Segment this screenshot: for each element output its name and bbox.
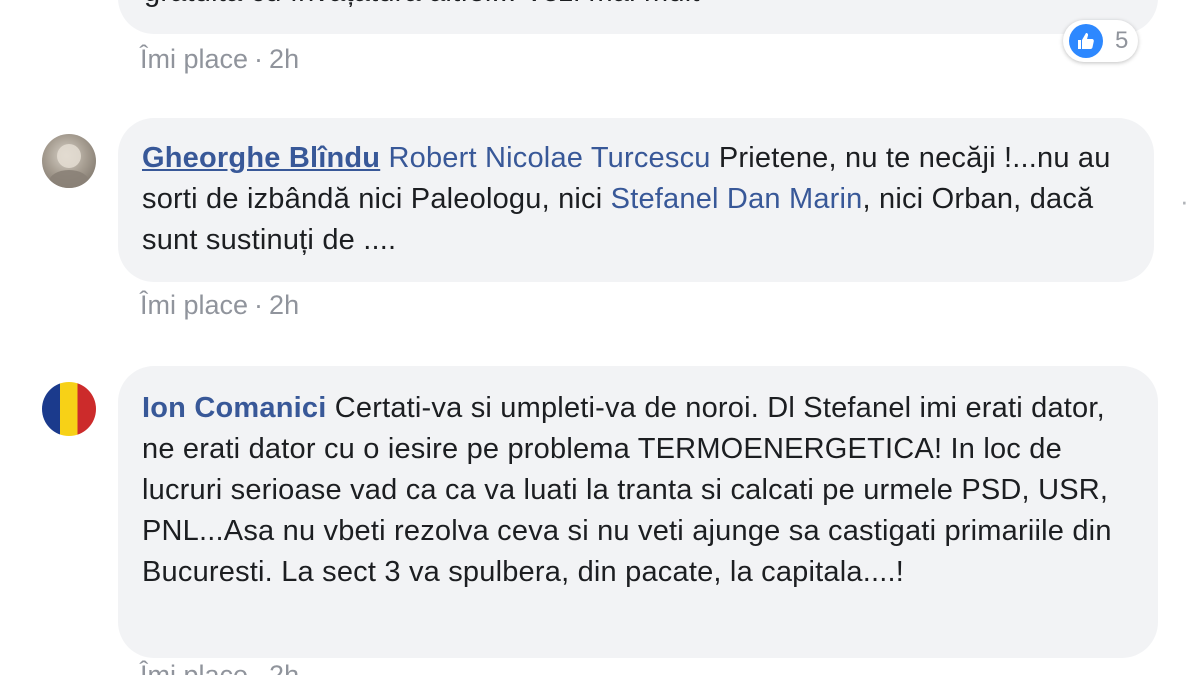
separator-dot: ·: [254, 44, 264, 74]
like-link[interactable]: Îmi place: [140, 660, 248, 675]
mention-link[interactable]: Stefanel Dan Marin: [611, 183, 863, 215]
like-link[interactable]: Îmi place: [140, 44, 248, 74]
reaction-badge[interactable]: 5: [1063, 20, 1139, 62]
comment-bubble: Gheorghe Blîndu Robert Nicolae Turcescu …: [118, 118, 1154, 282]
reaction-count: 5: [1115, 27, 1129, 54]
comment-author[interactable]: Gheorghe Blîndu: [142, 142, 380, 174]
separator-dot: ·: [254, 660, 264, 675]
mention-link[interactable]: Robert Nicolae Turcescu: [388, 142, 710, 174]
timestamp[interactable]: 2h: [269, 44, 299, 74]
comment-actions: Îmi place · 2h: [140, 44, 299, 75]
more-options-icon[interactable]: ·: [1180, 186, 1189, 217]
timestamp[interactable]: 2h: [269, 290, 299, 320]
comment-actions: Îmi place · 2h: [140, 660, 299, 675]
comments-thread: gratuită cu învățătură altfel... Vezi ma…: [0, 0, 1200, 675]
separator-dot: ·: [254, 290, 264, 320]
comment-actions: Îmi place · 2h: [140, 290, 299, 321]
comment-bubble: gratuită cu învățătură altfel... Vezi ma…: [118, 0, 1158, 34]
avatar-flag-icon[interactable]: [42, 382, 96, 436]
thumbs-up-icon: [1069, 24, 1103, 58]
timestamp[interactable]: 2h: [269, 660, 299, 675]
like-link[interactable]: Îmi place: [140, 290, 248, 320]
avatar[interactable]: [42, 134, 96, 188]
comment-text: gratuită cu învățătură altfel... Vezi ma…: [144, 0, 700, 8]
comment-author[interactable]: Ion Comanici: [142, 392, 326, 424]
avatar-photo-icon: [49, 144, 89, 188]
comment-bubble: Ion Comanici Certati-va si umpleti-va de…: [118, 366, 1158, 658]
